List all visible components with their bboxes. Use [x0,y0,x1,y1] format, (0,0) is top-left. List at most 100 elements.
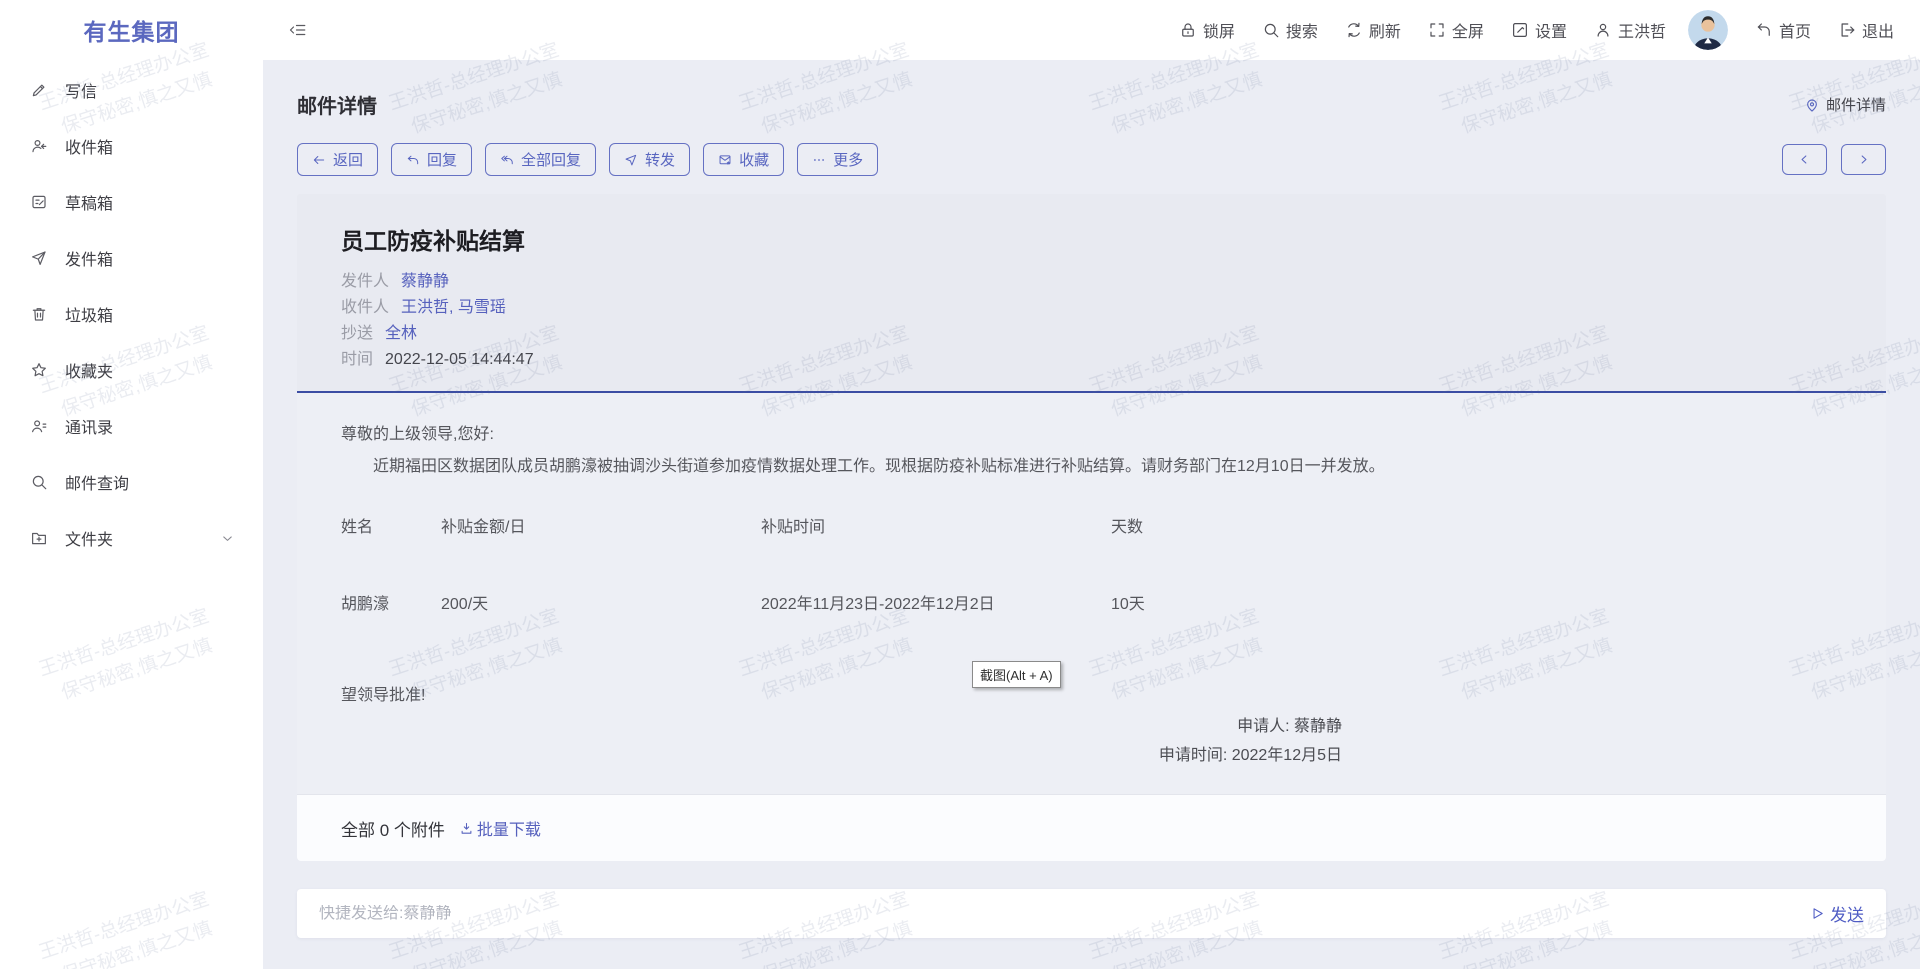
sidebar-item-label: 文件夹 [65,526,113,550]
trash-icon [30,305,48,323]
table-header-cell: 补贴时间 [761,517,1111,539]
mail-time: 2022-12-05 14:44:47 [385,347,534,373]
sidebar-item-label: 收件箱 [65,134,113,158]
table-header-cell: 天数 [1111,517,1842,539]
sidebar-item-label: 草稿箱 [65,190,113,214]
refresh-label: 刷新 [1369,18,1401,42]
meta-label: 发件人 [341,269,389,295]
favorite-button[interactable]: 收藏 [703,143,784,176]
mail-toolbar: 返回 回复 全部回复 转发 收藏 更多 [297,143,1886,176]
cc-link[interactable]: 全林 [385,321,417,347]
mail-body: 尊敬的上级领导,您好: 近期福田区数据团队成员胡鹏濠被抽调沙头街道参加疫情数据处… [297,393,1886,794]
edit-square-icon [1511,21,1529,39]
mail-meta-sender: 发件人 蔡静静 [341,269,1842,295]
mail-star-icon [718,153,732,167]
reply-all-icon [500,153,514,167]
home-label: 首页 [1779,18,1811,42]
breadcrumb: 邮件详情 [1804,94,1886,115]
paper-plane-icon [30,249,48,267]
mail-pager [1782,144,1886,175]
sidebar-item-label: 通讯录 [65,414,113,438]
return-arrow-icon [1755,21,1773,39]
refresh-button[interactable]: 刷新 [1345,18,1401,42]
current-user-name: 王洪哲 [1618,18,1666,42]
inbox-person-icon [30,137,48,155]
sidebar-item-label: 邮件查询 [65,470,129,494]
mail-detail-card: 员工防疫补贴结算 发件人 蔡静静 收件人 王洪哲, 马雪瑶 抄送 全林 时间 2… [297,194,1886,861]
logout-button[interactable]: 退出 [1838,18,1894,42]
table-cell-name: 胡鹏濠 [341,594,441,616]
mail-meta-time: 时间 2022-12-05 14:44:47 [341,347,1842,373]
batch-download-link[interactable]: 批量下载 [459,816,541,840]
meta-label: 时间 [341,347,373,373]
sender-link[interactable]: 蔡静静 [401,269,449,295]
prev-mail-button[interactable] [1782,144,1827,175]
draft-doc-icon [30,193,48,211]
table-cell-days: 10天 [1111,594,1842,616]
fullscreen-button[interactable]: 全屏 [1428,18,1484,42]
back-button[interactable]: 返回 [297,143,378,176]
attachments-bar: 全部 0 个附件 批量下载 [297,794,1886,861]
sidebar-item-compose[interactable]: 写信 [0,62,263,118]
sidebar-collapse-icon[interactable] [289,21,307,39]
meta-label: 抄送 [341,321,373,347]
home-button[interactable]: 首页 [1755,18,1811,42]
settings-button[interactable]: 设置 [1511,18,1567,42]
contacts-icon [30,417,48,435]
subsidy-table-header: 姓名 补贴金额/日 补贴时间 天数 [341,517,1842,539]
recipients-link[interactable]: 王洪哲, 马雪瑶 [401,295,506,321]
search-icon [1262,21,1280,39]
sidebar-item-inbox[interactable]: 收件箱 [0,118,263,174]
brand-logo: 有生集团 [0,13,263,47]
sidebar: 写信 收件箱 草稿箱 发件箱 垃圾箱 收藏夹 通讯录 邮件查询 文件夹 [0,60,263,969]
fullscreen-icon [1428,21,1446,39]
mail-subject: 员工防疫补贴结算 [341,222,1842,256]
applicant-block: 申请人: 蔡静静 申请时间: 2022年12月5日 [341,712,1842,770]
lock-screen-label: 锁屏 [1203,18,1235,42]
fullscreen-label: 全屏 [1452,18,1484,42]
logout-label: 退出 [1862,18,1894,42]
search-button[interactable]: 搜索 [1262,18,1318,42]
screenshot-tooltip: 截图(Alt + A) [972,661,1061,688]
sidebar-item-contacts[interactable]: 通讯录 [0,398,263,454]
lock-screen-button[interactable]: 锁屏 [1179,18,1235,42]
send-triangle-icon [1810,906,1825,921]
search-label: 搜索 [1286,18,1318,42]
header-actions: 锁屏 搜索 刷新 全屏 设置 王洪哲 [1152,10,1920,50]
settings-label: 设置 [1535,18,1567,42]
sidebar-item-label: 垃圾箱 [65,302,113,326]
table-cell-amount: 200/天 [441,594,761,616]
top-header: 有生集团 锁屏 搜索 刷新 全屏 设置 王洪哲 [0,0,1920,60]
attachments-summary: 全部 0 个附件 [341,816,445,841]
folder-plus-icon [30,529,48,547]
apply-time-line: 申请时间: 2022年12月5日 [341,741,1342,770]
chevron-down-icon [220,531,235,546]
avatar[interactable] [1688,10,1728,50]
lock-icon [1179,21,1197,39]
location-pin-icon [1804,97,1820,113]
sidebar-item-label: 发件箱 [65,246,113,270]
sidebar-item-drafts[interactable]: 草稿箱 [0,174,263,230]
body-closing: 望领导批准! [341,684,1842,708]
table-cell-period: 2022年11月23日-2022年12月2日 [761,594,1111,616]
sidebar-item-folders[interactable]: 文件夹 [0,510,263,566]
sidebar-item-sent[interactable]: 发件箱 [0,230,263,286]
reply-button[interactable]: 回复 [391,143,472,176]
quick-send-input[interactable] [319,905,1810,923]
applicant-line: 申请人: 蔡静静 [341,712,1342,741]
table-header-cell: 姓名 [341,517,441,539]
user-icon [1594,21,1612,39]
send-button[interactable]: 发送 [1810,901,1864,926]
page-title: 邮件详情 [297,90,377,119]
sidebar-item-trash[interactable]: 垃圾箱 [0,286,263,342]
more-button[interactable]: 更多 [797,143,878,176]
sidebar-item-mail-query[interactable]: 邮件查询 [0,454,263,510]
forward-button[interactable]: 转发 [609,143,690,176]
reply-all-button[interactable]: 全部回复 [485,143,596,176]
search-icon [30,473,48,491]
next-mail-button[interactable] [1841,144,1886,175]
meta-label: 收件人 [341,295,389,321]
mail-header: 员工防疫补贴结算 发件人 蔡静静 收件人 王洪哲, 马雪瑶 抄送 全林 时间 2… [297,194,1886,393]
current-user-button[interactable]: 王洪哲 [1594,18,1666,42]
sidebar-item-favorites[interactable]: 收藏夹 [0,342,263,398]
